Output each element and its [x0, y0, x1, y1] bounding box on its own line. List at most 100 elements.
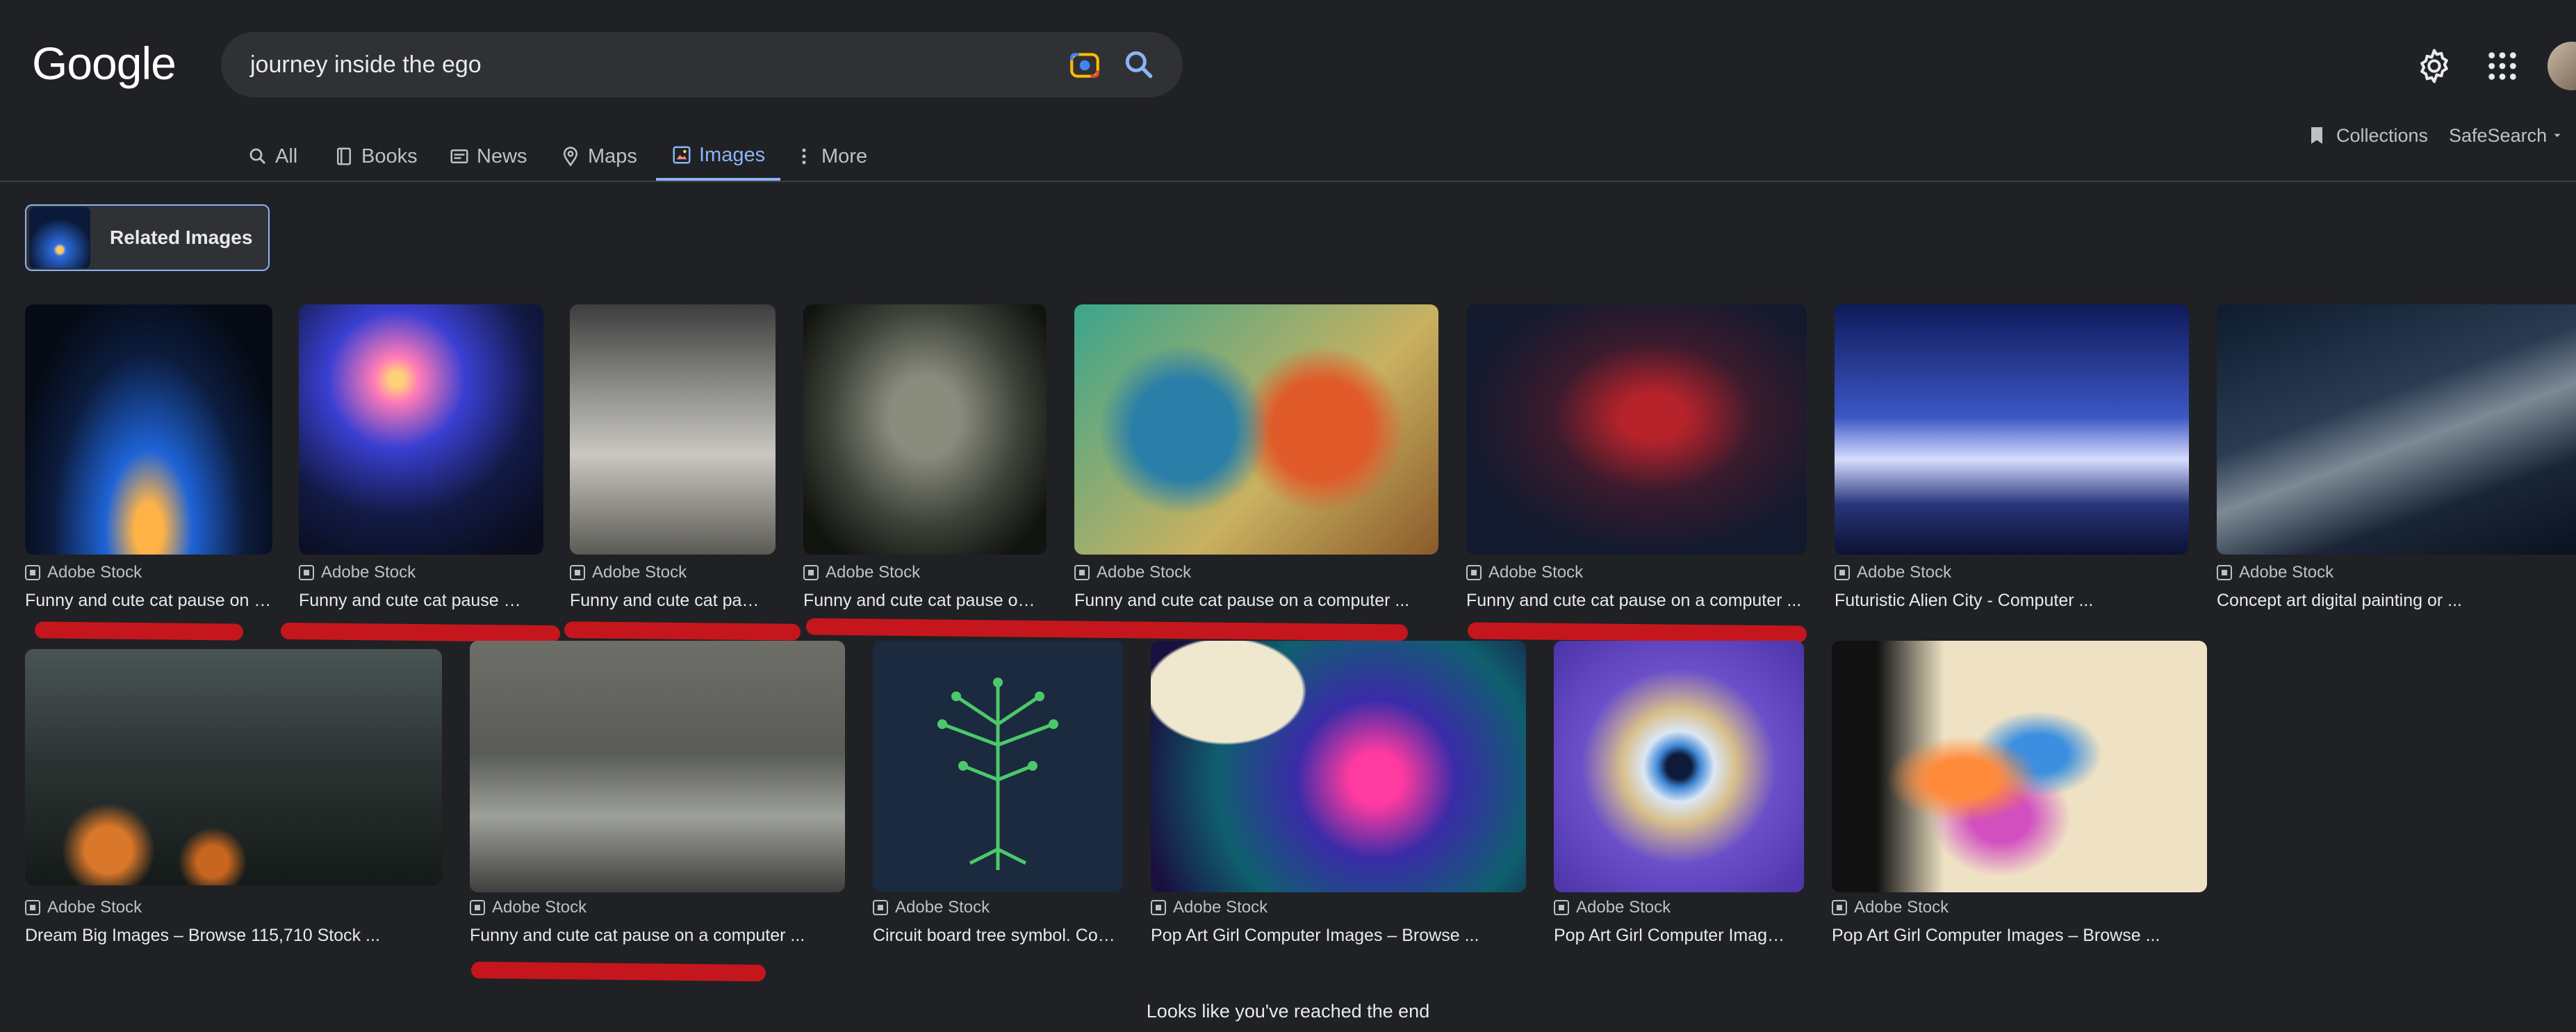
source-favicon-icon — [803, 565, 819, 580]
result-thumbnail[interactable] — [570, 304, 776, 555]
tab-label: Maps — [588, 145, 637, 167]
circuit-tree-graphic — [937, 678, 1058, 870]
result-source[interactable]: Adobe Stock — [25, 898, 142, 917]
result-source[interactable]: Adobe Stock — [1554, 898, 1671, 917]
result-thumbnail[interactable] — [2217, 304, 2576, 555]
source-favicon-icon — [25, 900, 40, 915]
result-source[interactable]: Adobe Stock — [1832, 898, 1949, 917]
result-source[interactable]: Adobe Stock — [2217, 563, 2333, 582]
tab-news[interactable]: News — [449, 132, 527, 181]
tab-books[interactable]: Books — [334, 132, 418, 181]
result-caption[interactable]: Funny and cute cat pause on a computer .… — [570, 591, 762, 611]
source-label: Adobe Stock — [321, 563, 416, 582]
related-images-chip[interactable]: Related Images — [25, 204, 270, 271]
source-favicon-icon — [1554, 900, 1569, 915]
source-favicon-icon — [2217, 565, 2232, 580]
result-caption[interactable]: Funny and cute cat pause on a computer .… — [470, 926, 817, 946]
source-label: Adobe Stock — [1488, 563, 1584, 582]
result-thumbnail[interactable] — [470, 641, 845, 892]
result-thumbnail[interactable] — [1466, 304, 1807, 555]
result-thumbnail[interactable] — [873, 641, 1123, 892]
result-source[interactable]: Adobe Stock — [1074, 563, 1191, 582]
result-source[interactable]: Adobe Stock — [470, 898, 586, 917]
result-thumbnail[interactable] — [1832, 641, 2207, 892]
result-caption[interactable]: Dream Big Images – Browse 115,710 Stock … — [25, 926, 442, 946]
tab-more[interactable]: More — [794, 132, 867, 181]
apps-grid-icon[interactable] — [2486, 50, 2518, 82]
source-favicon-icon — [1835, 565, 1850, 580]
source-favicon-icon — [1466, 565, 1482, 580]
safesearch-dropdown[interactable]: SafeSearch — [2449, 120, 2563, 151]
result-source[interactable]: Adobe Stock — [299, 563, 416, 582]
result-thumbnail[interactable] — [25, 304, 272, 555]
result-thumbnail[interactable] — [1151, 641, 1526, 892]
source-favicon-icon — [299, 565, 314, 580]
news-icon — [450, 149, 468, 163]
bookmark-icon — [2311, 127, 2322, 144]
result-caption[interactable]: Concept art digital painting or ... — [2217, 591, 2564, 611]
result-source[interactable]: Adobe Stock — [570, 563, 687, 582]
result-caption[interactable]: Funny and cute cat pause on a computer .… — [1074, 591, 1438, 611]
source-label: Adobe Stock — [47, 898, 142, 917]
source-label: Adobe Stock — [1857, 563, 1952, 582]
result-caption[interactable]: Funny and cute cat pause on a computer .… — [299, 591, 528, 611]
source-favicon-icon — [1832, 900, 1847, 915]
settings-gear-icon[interactable] — [2415, 47, 2453, 85]
result-source[interactable]: Adobe Stock — [1835, 563, 1951, 582]
source-label: Adobe Stock — [1173, 898, 1268, 917]
red-annotation-mark — [805, 618, 1409, 641]
camera-icon[interactable] — [1067, 47, 1102, 82]
google-logo[interactable]: Google — [32, 40, 177, 86]
image-icon — [673, 146, 691, 164]
result-thumbnail[interactable] — [299, 304, 543, 555]
result-caption[interactable]: Circuit board tree symbol. Computer ... — [873, 926, 1123, 946]
tab-label: Books — [361, 145, 418, 167]
tab-maps[interactable]: Maps — [560, 132, 637, 181]
result-caption[interactable]: Futuristic Alien City - Computer ... — [1835, 591, 2182, 611]
red-annotation-mark — [470, 961, 766, 982]
red-annotation-mark — [1467, 622, 1807, 643]
red-annotation-mark — [280, 622, 561, 643]
safesearch-label: SafeSearch — [2449, 124, 2548, 146]
red-annotation-mark — [564, 621, 801, 641]
source-label: Adobe Stock — [895, 898, 990, 917]
source-label: Adobe Stock — [592, 563, 687, 582]
collections-link[interactable]: Collections — [2306, 120, 2428, 151]
result-caption[interactable]: Funny and cute cat pause on a computer .… — [25, 591, 272, 611]
result-thumbnail[interactable] — [1835, 304, 2189, 555]
source-label: Adobe Stock — [1097, 563, 1192, 582]
result-thumbnail[interactable] — [803, 304, 1047, 555]
source-favicon-icon — [1151, 900, 1166, 915]
tab-label: News — [477, 145, 527, 167]
result-caption[interactable]: Funny and cute cat pause on a computer .… — [1466, 591, 1803, 611]
source-label: Adobe Stock — [1854, 898, 1949, 917]
result-source[interactable]: Adobe Stock — [873, 898, 990, 917]
end-of-results-message: Looks like you've reached the end — [1146, 1001, 1430, 1022]
search-bar[interactable]: journey inside the ego — [221, 32, 1183, 97]
result-thumbnail[interactable] — [25, 649, 442, 885]
result-source[interactable]: Adobe Stock — [1151, 898, 1268, 917]
search-icon[interactable] — [1122, 47, 1156, 82]
result-source[interactable]: Adobe Stock — [1466, 563, 1583, 582]
search-input[interactable]: journey inside the ego — [250, 32, 482, 97]
search-icon — [249, 148, 266, 165]
result-thumbnail[interactable] — [1554, 641, 1804, 892]
header-divider — [0, 181, 2576, 182]
tab-label: More — [821, 145, 868, 167]
source-label: Adobe Stock — [1576, 898, 1671, 917]
tab-images[interactable]: Images — [656, 132, 781, 181]
result-caption[interactable]: Pop Art Girl Computer Images – Browse ..… — [1151, 926, 1526, 946]
collections-label: Collections — [2336, 124, 2429, 146]
result-source[interactable]: Adobe Stock — [25, 563, 142, 582]
result-caption[interactable]: Funny and cute cat pause on a computer .… — [803, 591, 1035, 611]
book-icon — [337, 147, 351, 165]
result-caption[interactable]: Pop Art Girl Computer Images – Browse ..… — [1832, 926, 2207, 946]
result-caption[interactable]: Pop Art Girl Computer Images – Browse ..… — [1554, 926, 1790, 946]
tab-label: Images — [699, 143, 766, 166]
result-source[interactable]: Adobe Stock — [803, 563, 920, 582]
source-label: Adobe Stock — [826, 563, 921, 582]
tab-all[interactable]: All — [247, 132, 297, 181]
tab-label: All — [275, 145, 298, 167]
account-avatar[interactable] — [2548, 42, 2576, 90]
result-thumbnail[interactable] — [1074, 304, 1438, 555]
